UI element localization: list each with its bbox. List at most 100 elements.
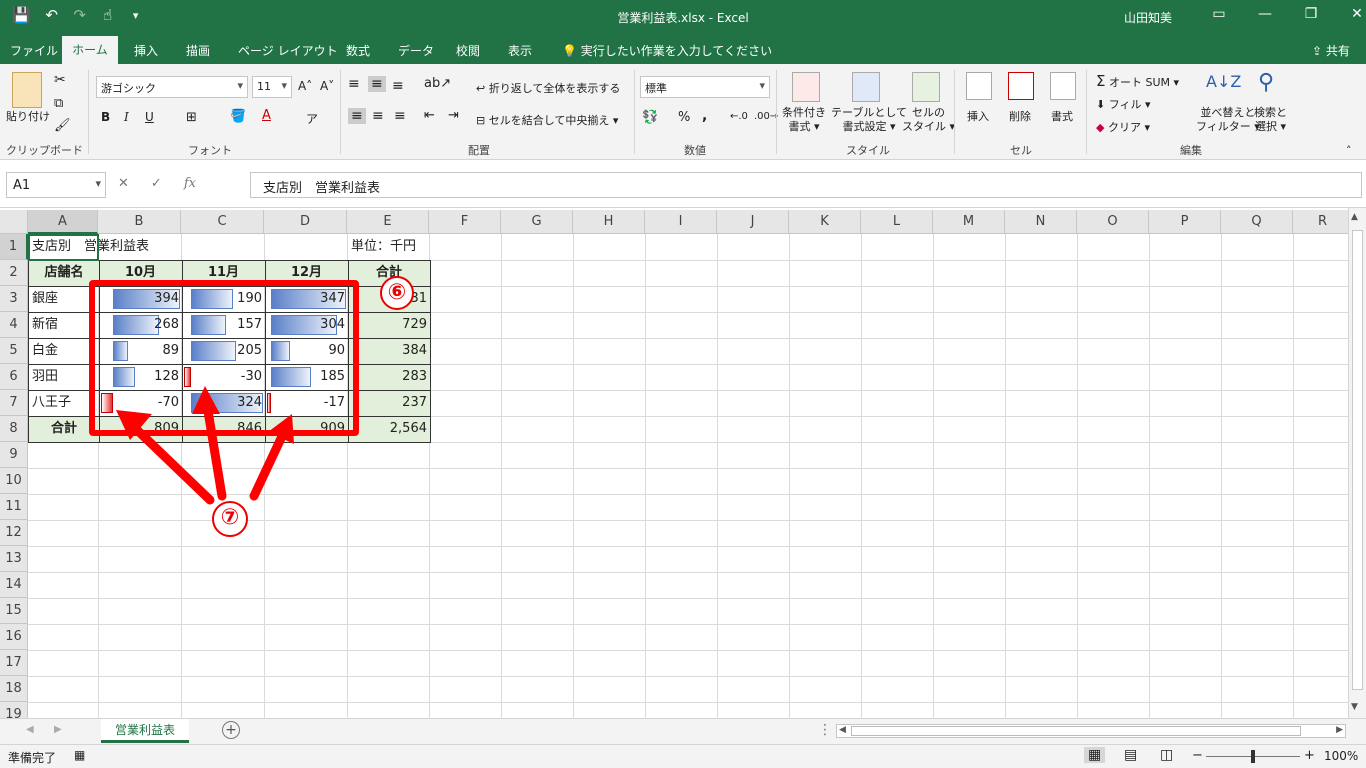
column-header-H[interactable]: H bbox=[573, 210, 645, 234]
normal-view-icon[interactable]: ▦ bbox=[1084, 747, 1106, 763]
row-header-19[interactable]: 19 bbox=[0, 702, 28, 718]
copy-icon[interactable]: ⧉ bbox=[54, 96, 63, 111]
sort-filter-button[interactable]: 並べ替えと フィルター ▾ bbox=[1196, 106, 1260, 134]
vertical-scroll-thumb[interactable] bbox=[1352, 230, 1363, 690]
tab-view[interactable]: 表示 bbox=[508, 42, 532, 59]
phonetic-icon[interactable]: ア bbox=[306, 110, 318, 127]
row-total[interactable]: 384 bbox=[348, 338, 430, 364]
cell-styles-icon[interactable] bbox=[912, 72, 940, 102]
column-header-M[interactable]: M bbox=[933, 210, 1005, 234]
macro-record-icon[interactable]: ▦ bbox=[74, 748, 85, 762]
column-header-N[interactable]: N bbox=[1005, 210, 1077, 234]
row-header-7[interactable]: 7 bbox=[0, 390, 28, 416]
zoom-level[interactable]: 100% bbox=[1324, 749, 1358, 763]
column-header-J[interactable]: J bbox=[717, 210, 789, 234]
fill-color-icon[interactable]: 🪣 bbox=[230, 109, 246, 124]
row-header-13[interactable]: 13 bbox=[0, 546, 28, 572]
row-header-5[interactable]: 5 bbox=[0, 338, 28, 364]
search-icon[interactable]: ⚲ bbox=[1258, 70, 1274, 95]
row-header-4[interactable]: 4 bbox=[0, 312, 28, 338]
formula-input[interactable]: 支店別 営業利益表 bbox=[250, 172, 1362, 198]
row-total[interactable]: 729 bbox=[348, 312, 430, 338]
conditional-formatting-icon[interactable] bbox=[792, 72, 820, 102]
branch-name[interactable]: 銀座 bbox=[29, 286, 61, 312]
row-header-14[interactable]: 14 bbox=[0, 572, 28, 598]
borders-icon[interactable]: ⊞ bbox=[186, 110, 197, 125]
page-layout-view-icon[interactable]: ▤ bbox=[1124, 747, 1137, 763]
insert-function-icon[interactable]: fx bbox=[184, 176, 196, 191]
zoom-in-icon[interactable]: + bbox=[1304, 748, 1315, 763]
row-header-8[interactable]: 8 bbox=[0, 416, 28, 442]
decrease-indent-icon[interactable]: ⇤ bbox=[424, 108, 435, 123]
zoom-out-icon[interactable]: − bbox=[1192, 748, 1203, 763]
cell-styles-button[interactable]: セルの スタイル ▾ bbox=[902, 106, 955, 134]
tab-file[interactable]: ファイル bbox=[10, 42, 58, 59]
scroll-right-icon[interactable]: ▶ bbox=[1336, 725, 1343, 735]
cut-icon[interactable]: ✂ bbox=[54, 72, 66, 88]
row-total[interactable]: 237 bbox=[348, 390, 430, 416]
horizontal-scroll-thumb[interactable] bbox=[851, 726, 1301, 736]
find-select-button[interactable]: 検索と 選択 ▾ bbox=[1254, 106, 1287, 134]
confirm-entry-icon[interactable]: ✓ bbox=[151, 176, 162, 191]
align-top-icon[interactable]: ≡ bbox=[348, 76, 360, 92]
horizontal-scrollbar[interactable]: ◀ ▶ bbox=[836, 724, 1346, 738]
row-header-10[interactable]: 10 bbox=[0, 468, 28, 494]
sheet-tab-active[interactable]: 営業利益表 bbox=[101, 719, 189, 743]
format-painter-icon[interactable]: 🖌 bbox=[54, 118, 71, 133]
format-as-table-button[interactable]: テーブルとして 書式設定 ▾ bbox=[831, 106, 907, 134]
column-header-E[interactable]: E bbox=[347, 210, 429, 234]
tab-insert[interactable]: 挿入 bbox=[134, 42, 158, 59]
paste-button[interactable]: 貼り付け bbox=[6, 108, 50, 124]
column-header-R[interactable]: R bbox=[1293, 210, 1348, 234]
select-all-corner[interactable] bbox=[0, 210, 28, 234]
row-header-6[interactable]: 6 bbox=[0, 364, 28, 390]
number-format-dropdown[interactable]: 標準 bbox=[640, 76, 770, 98]
collapse-ribbon-icon[interactable]: ˄ bbox=[1346, 144, 1352, 157]
format-cells-icon[interactable] bbox=[1050, 72, 1076, 100]
row-header-18[interactable]: 18 bbox=[0, 676, 28, 702]
tab-page-layout[interactable]: ページ レイアウト bbox=[238, 42, 338, 59]
format-cells-button[interactable]: 書式 bbox=[1051, 108, 1073, 124]
column-header-I[interactable]: I bbox=[645, 210, 717, 234]
wrap-text-button[interactable]: ↩ 折り返して全体を表示する bbox=[476, 80, 620, 96]
scroll-down-icon[interactable]: ▼ bbox=[1351, 702, 1358, 712]
column-header-B[interactable]: B bbox=[98, 210, 181, 234]
prev-sheet-icon[interactable]: ◀ bbox=[26, 724, 34, 735]
row-header-15[interactable]: 15 bbox=[0, 598, 28, 624]
align-middle-icon[interactable]: ≡ bbox=[368, 76, 386, 92]
row-header-17[interactable]: 17 bbox=[0, 650, 28, 676]
user-name[interactable]: 山田知美 bbox=[1124, 9, 1172, 26]
paste-icon[interactable] bbox=[12, 72, 42, 108]
column-header-A[interactable]: A bbox=[28, 210, 98, 234]
branch-name[interactable]: 新宿 bbox=[29, 312, 61, 338]
minimize-button[interactable]: — bbox=[1242, 6, 1288, 22]
column-header-D[interactable]: D bbox=[264, 210, 347, 234]
branch-name[interactable]: 八王子 bbox=[29, 390, 74, 416]
branch-name[interactable]: 白金 bbox=[29, 338, 61, 364]
share-button[interactable]: ⇪ 共有 bbox=[1312, 42, 1350, 59]
row-header-2[interactable]: 2 bbox=[0, 260, 28, 286]
underline-button[interactable]: U bbox=[145, 110, 154, 124]
tab-formulas[interactable]: 数式 bbox=[346, 42, 370, 59]
font-size-dropdown[interactable]: 11 bbox=[252, 76, 292, 98]
delete-cells-button[interactable]: 削除 bbox=[1009, 108, 1031, 124]
fill-button[interactable]: ⬇ フィル ▾ bbox=[1096, 96, 1151, 112]
align-bottom-icon[interactable]: ≡ bbox=[392, 78, 404, 94]
column-header-L[interactable]: L bbox=[861, 210, 933, 234]
close-button[interactable]: ✕ bbox=[1334, 6, 1366, 22]
branch-name[interactable]: 羽田 bbox=[29, 364, 61, 390]
increase-indent-icon[interactable]: ⇥ bbox=[448, 108, 459, 123]
zoom-slider-thumb[interactable] bbox=[1251, 750, 1255, 763]
font-name-dropdown[interactable]: 游ゴシック bbox=[96, 76, 248, 98]
ribbon-display-button[interactable]: ▭ bbox=[1196, 6, 1242, 22]
row-header-16[interactable]: 16 bbox=[0, 624, 28, 650]
align-left-icon[interactable]: ≡ bbox=[348, 108, 366, 124]
merge-center-button[interactable]: ⊟ セルを結合して中央揃え ▾ bbox=[476, 112, 618, 128]
increase-decimal-icon[interactable]: ←.0 bbox=[730, 111, 748, 122]
scroll-up-icon[interactable]: ▲ bbox=[1351, 212, 1358, 222]
row-header-3[interactable]: 3 bbox=[0, 286, 28, 312]
clear-button[interactable]: ◆ クリア ▾ bbox=[1096, 119, 1150, 135]
grow-font-icon[interactable]: A˄ bbox=[298, 79, 312, 93]
tell-me-box[interactable]: 💡 実行したい作業を入力してください bbox=[562, 42, 772, 59]
grand-total[interactable]: 2,564 bbox=[348, 416, 430, 442]
